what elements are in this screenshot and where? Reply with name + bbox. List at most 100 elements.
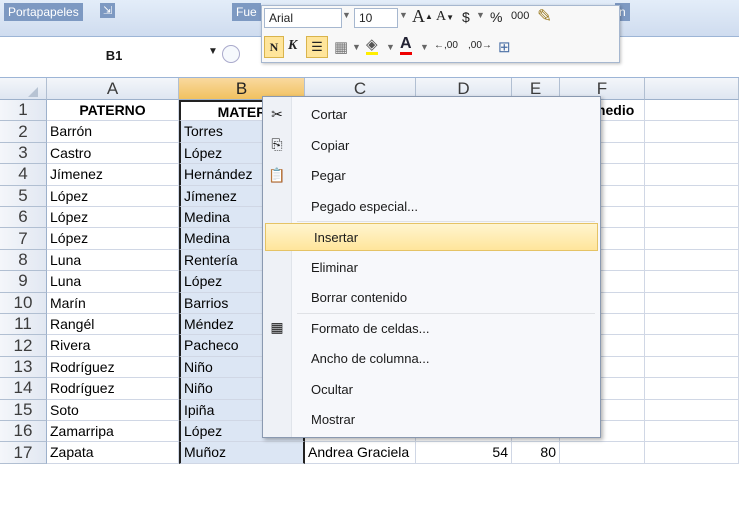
menu-item-cortar[interactable]: ✂ Cortar xyxy=(263,101,600,129)
clipboard-launcher-icon[interactable]: ⇲ xyxy=(100,3,116,18)
decrease-decimal-button[interactable]: ,00 → xyxy=(468,40,492,51)
paste-icon: 📋 xyxy=(268,166,286,183)
copy-icon: ⎘ xyxy=(271,136,283,152)
align-center-button[interactable]: ☰ xyxy=(306,36,328,58)
menu-item-label: Copiar xyxy=(311,137,350,153)
row-header[interactable]: 10 xyxy=(0,292,47,314)
cell-a5[interactable]: López xyxy=(47,185,179,207)
cell-blank[interactable] xyxy=(645,378,739,400)
cell-blank[interactable] xyxy=(645,399,739,421)
menu-item-formato-de-celdas[interactable]: ▦ Formato de celdas... xyxy=(263,315,600,343)
font-size-value: 10 xyxy=(359,11,373,25)
merge-center-icon[interactable]: ⊞ xyxy=(498,38,511,56)
increase-decimal-button[interactable]: ← ,00 xyxy=(434,40,458,51)
menu-item-mostrar[interactable]: Mostrar xyxy=(263,406,600,434)
shrink-font-button[interactable]: A ▼ xyxy=(436,9,454,25)
thousands-button[interactable]: 000 xyxy=(511,10,529,22)
menu-item-insertar[interactable]: Insertar xyxy=(265,223,598,251)
cell-blank[interactable] xyxy=(645,356,739,379)
row-header[interactable]: 13 xyxy=(0,356,47,379)
row-header[interactable]: 12 xyxy=(0,335,47,357)
row-header[interactable]: 17 xyxy=(0,442,47,464)
cell-a1[interactable]: PATERNO xyxy=(47,100,179,122)
borders-icon[interactable]: ▦ xyxy=(334,38,348,56)
row-header[interactable]: 4 xyxy=(0,164,47,186)
cell-b17[interactable]: Muñoz xyxy=(179,442,305,464)
cell-f17[interactable] xyxy=(560,442,645,464)
row-header[interactable]: 3 xyxy=(0,142,47,165)
format-painter-icon[interactable]: ✎ xyxy=(537,6,552,27)
cell-blank[interactable] xyxy=(645,207,739,229)
font-size-combo[interactable]: 10 xyxy=(354,8,398,28)
cell-a4[interactable]: Jímenez xyxy=(47,164,179,186)
row-header[interactable]: 14 xyxy=(0,378,47,400)
font-name-dropdown-icon[interactable]: ▼ xyxy=(342,10,351,20)
cell-blank[interactable] xyxy=(645,185,739,207)
row-header[interactable]: 6 xyxy=(0,207,47,229)
cell-a17[interactable]: Zapata xyxy=(47,442,179,464)
cell-a7[interactable]: López xyxy=(47,228,179,250)
cell-a3[interactable]: Castro xyxy=(47,142,179,165)
cell-c17[interactable]: Andrea Graciela xyxy=(305,442,416,464)
select-all-corner[interactable] xyxy=(0,78,47,100)
cell-a8[interactable]: Luna xyxy=(47,249,179,272)
cell-a10[interactable]: Marín xyxy=(47,292,179,314)
font-size-dropdown-icon[interactable]: ▼ xyxy=(399,10,408,20)
name-box-dropdown-icon[interactable]: ▼ xyxy=(208,46,218,57)
menu-item-pegar[interactable]: 📋 Pegar xyxy=(263,162,600,190)
currency-button[interactable]: $ xyxy=(462,9,470,25)
row-header[interactable]: 1 xyxy=(0,100,47,122)
cell-blank[interactable] xyxy=(645,314,739,336)
cell-a13[interactable]: Rodríguez xyxy=(47,356,179,379)
cell-a9[interactable]: Luna xyxy=(47,271,179,293)
cell-e17[interactable]: 80 xyxy=(512,442,560,464)
cell-a11[interactable]: Rangél xyxy=(47,314,179,336)
cell-blank[interactable] xyxy=(645,292,739,314)
cell-a12[interactable]: Rivera xyxy=(47,335,179,357)
menu-item-borrar-contenido[interactable]: Borrar contenido xyxy=(263,284,600,312)
align-center-icon: ☰ xyxy=(311,39,323,54)
cell-blank[interactable] xyxy=(645,335,739,357)
cell-a6[interactable]: López xyxy=(47,207,179,229)
cell-blank[interactable] xyxy=(645,121,739,143)
cell-blank[interactable] xyxy=(645,442,739,464)
percent-button[interactable]: % xyxy=(490,9,502,25)
font-color-dropdown-icon[interactable]: ▼ xyxy=(420,42,429,52)
row-header[interactable]: 5 xyxy=(0,185,47,207)
cell-a2[interactable]: Barrón xyxy=(47,121,179,143)
bold-button[interactable]: N xyxy=(264,36,284,58)
name-box[interactable]: B1 xyxy=(14,42,214,68)
grow-font-button[interactable]: A ▲ xyxy=(412,6,433,27)
borders-dropdown-icon[interactable]: ▼ xyxy=(352,42,361,52)
menu-item-copiar[interactable]: ⎘ Copiar xyxy=(263,132,600,160)
row-header[interactable]: 7 xyxy=(0,228,47,250)
cell-a16[interactable]: Zamarripa xyxy=(47,421,179,443)
menu-item-ocultar[interactable]: Ocultar xyxy=(263,376,600,404)
font-name-combo[interactable]: Arial xyxy=(264,8,342,28)
row-header[interactable]: 2 xyxy=(0,121,47,143)
cell-blank[interactable] xyxy=(645,249,739,272)
cell-a15[interactable]: Soto xyxy=(47,399,179,421)
row-header[interactable]: 9 xyxy=(0,271,47,293)
cell-blank[interactable] xyxy=(645,271,739,293)
font-color-button[interactable]: A xyxy=(400,36,412,55)
currency-dropdown-icon[interactable]: ▼ xyxy=(476,10,485,20)
cell-blank[interactable] xyxy=(645,228,739,250)
cell-blank[interactable] xyxy=(645,164,739,186)
cell-d17[interactable]: 54 xyxy=(416,442,512,464)
row-header[interactable]: 16 xyxy=(0,421,47,443)
menu-item-pegado-especial[interactable]: Pegado especial... xyxy=(263,193,600,221)
cell-a14[interactable]: Rodríguez xyxy=(47,378,179,400)
italic-button[interactable]: K xyxy=(288,38,297,54)
cell-blank[interactable] xyxy=(645,100,739,122)
menu-item-ancho-de-columna[interactable]: Ancho de columna... xyxy=(263,345,600,373)
row-header[interactable]: 15 xyxy=(0,399,47,421)
row-header[interactable]: 8 xyxy=(0,249,47,272)
menu-item-eliminar[interactable]: Eliminar xyxy=(263,254,600,282)
column-header-a[interactable]: A xyxy=(47,78,179,100)
cell-blank[interactable] xyxy=(645,142,739,165)
cell-blank[interactable] xyxy=(645,421,739,443)
fill-color-icon[interactable]: ◈ xyxy=(366,37,378,55)
fill-color-dropdown-icon[interactable]: ▼ xyxy=(386,42,395,52)
row-header[interactable]: 11 xyxy=(0,314,47,336)
